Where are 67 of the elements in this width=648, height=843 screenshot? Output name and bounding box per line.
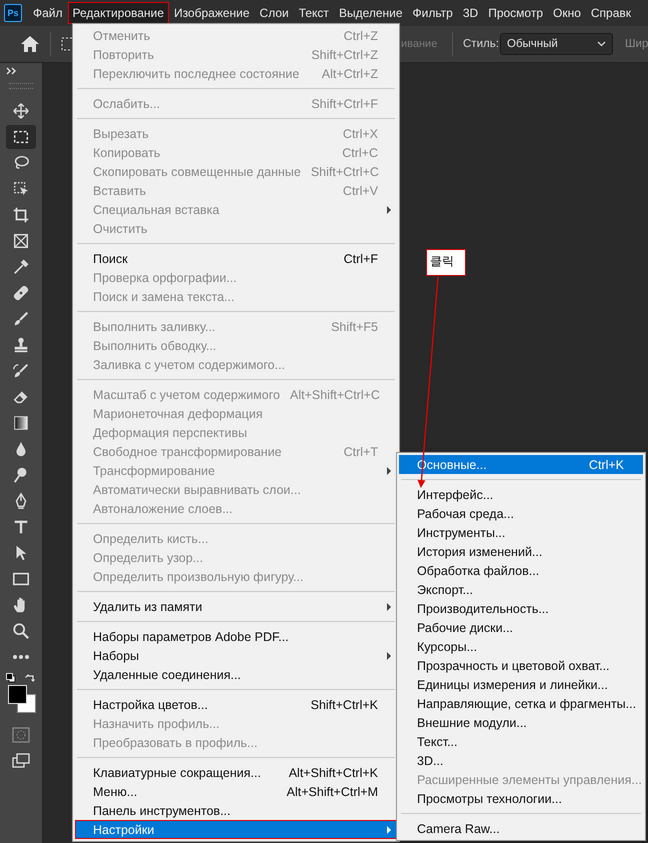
- menu-item[interactable]: История изменений...: [399, 542, 643, 561]
- zoom-icon: [12, 622, 30, 640]
- marquee-icon: [12, 128, 30, 146]
- tool-button[interactable]: [6, 125, 36, 149]
- menu-item[interactable]: Наборы: [75, 646, 397, 665]
- brush-icon: [12, 310, 30, 328]
- menu-bar-item[interactable]: Окно: [548, 2, 586, 24]
- menu-item[interactable]: Текст...: [399, 732, 643, 751]
- stamp-icon: [12, 336, 30, 354]
- menu-bar-item[interactable]: Файл: [28, 2, 68, 24]
- caret-icon: [597, 41, 606, 47]
- menu-bar-item[interactable]: Просмотр: [483, 2, 548, 24]
- menu-item[interactable]: Удаленные соединения...: [75, 665, 397, 684]
- menu-item[interactable]: Курсоры...: [399, 637, 643, 656]
- menu-item[interactable]: Производительность...: [399, 599, 643, 618]
- menu-bar-item[interactable]: 3D: [458, 2, 484, 24]
- style-label: Стиль:: [463, 38, 499, 50]
- more-icon: [12, 654, 30, 660]
- menu-item[interactable]: Единицы измерения и линейки...: [399, 675, 643, 694]
- menu-bar-item[interactable]: Справк: [586, 2, 636, 24]
- menu-item[interactable]: Рабочие диски...: [399, 618, 643, 637]
- menu-item[interactable]: Настройка цветов... Shift+Ctrl+K: [75, 695, 397, 714]
- menu-item[interactable]: Внешние модули...: [399, 713, 643, 732]
- marquee-icon[interactable]: [61, 37, 75, 51]
- menu-item[interactable]: Обработка файлов...: [399, 561, 643, 580]
- gradient-icon: [12, 414, 30, 432]
- annotation-callout: 클릭: [426, 249, 466, 276]
- collapse-icon[interactable]: [6, 67, 18, 75]
- screen-mode-icon[interactable]: [12, 753, 30, 769]
- home-icon[interactable]: [20, 34, 40, 54]
- rectangle-icon: [12, 570, 30, 588]
- menu-bar-item[interactable]: Текст: [294, 2, 334, 24]
- menu-item[interactable]: Меню... Alt+Shift+Ctrl+M: [75, 782, 397, 801]
- menu-item[interactable]: Просмотры технологии...: [399, 789, 643, 808]
- quick-mask-icon[interactable]: [12, 727, 30, 743]
- swap-colors-icon[interactable]: [25, 673, 36, 683]
- menu-item[interactable]: Клавиатурные сокращения... Alt+Shift+Ctrl+K: [75, 763, 397, 782]
- menu-item[interactable]: Удалить из памяти: [75, 597, 397, 616]
- menu-bar-item[interactable]: Изображение: [168, 2, 255, 24]
- object-select-icon: [12, 180, 30, 198]
- menu-item[interactable]: Интерфейс...: [399, 485, 643, 504]
- option-label: ивание: [401, 38, 438, 50]
- type-icon: [12, 518, 30, 536]
- menu-item[interactable]: Прозрачность и цветовой охват...: [399, 656, 643, 675]
- menu-item[interactable]: Инструменты...: [399, 523, 643, 542]
- menu-item[interactable]: Поиск Ctrl+F: [75, 249, 397, 268]
- menu-item[interactable]: 3D...: [399, 751, 643, 770]
- menu-item[interactable]: Панель инструментов...: [75, 801, 397, 820]
- menu-item[interactable]: Наборы параметров Adobe PDF...: [75, 627, 397, 646]
- menu-item[interactable]: Экспорт...: [399, 580, 643, 599]
- menu-item[interactable]: Camera Raw...: [399, 819, 643, 838]
- menu-item[interactable]: Направляющие, сетка и фрагменты...: [399, 694, 643, 713]
- frame-icon: [12, 232, 30, 250]
- menu-bar-item[interactable]: Редактирование: [68, 2, 169, 24]
- menu-bar-item[interactable]: Слои: [254, 2, 294, 24]
- history-brush-icon: [12, 362, 30, 380]
- style-dropdown[interactable]: Обычный: [500, 33, 613, 55]
- menu-bar-item[interactable]: Выделение: [334, 2, 408, 24]
- default-colors-icon[interactable]: [6, 673, 16, 683]
- menu-bar-item[interactable]: Фильтр: [408, 2, 458, 24]
- lasso-icon: [12, 154, 30, 172]
- width-label: Шир: [625, 38, 648, 50]
- menu-item[interactable]: Настройки: [75, 820, 397, 839]
- menu-item[interactable]: Рабочая среда...: [399, 504, 643, 523]
- app-logo: Ps: [4, 4, 22, 22]
- move-icon: [12, 102, 30, 120]
- crop-icon: [12, 206, 30, 224]
